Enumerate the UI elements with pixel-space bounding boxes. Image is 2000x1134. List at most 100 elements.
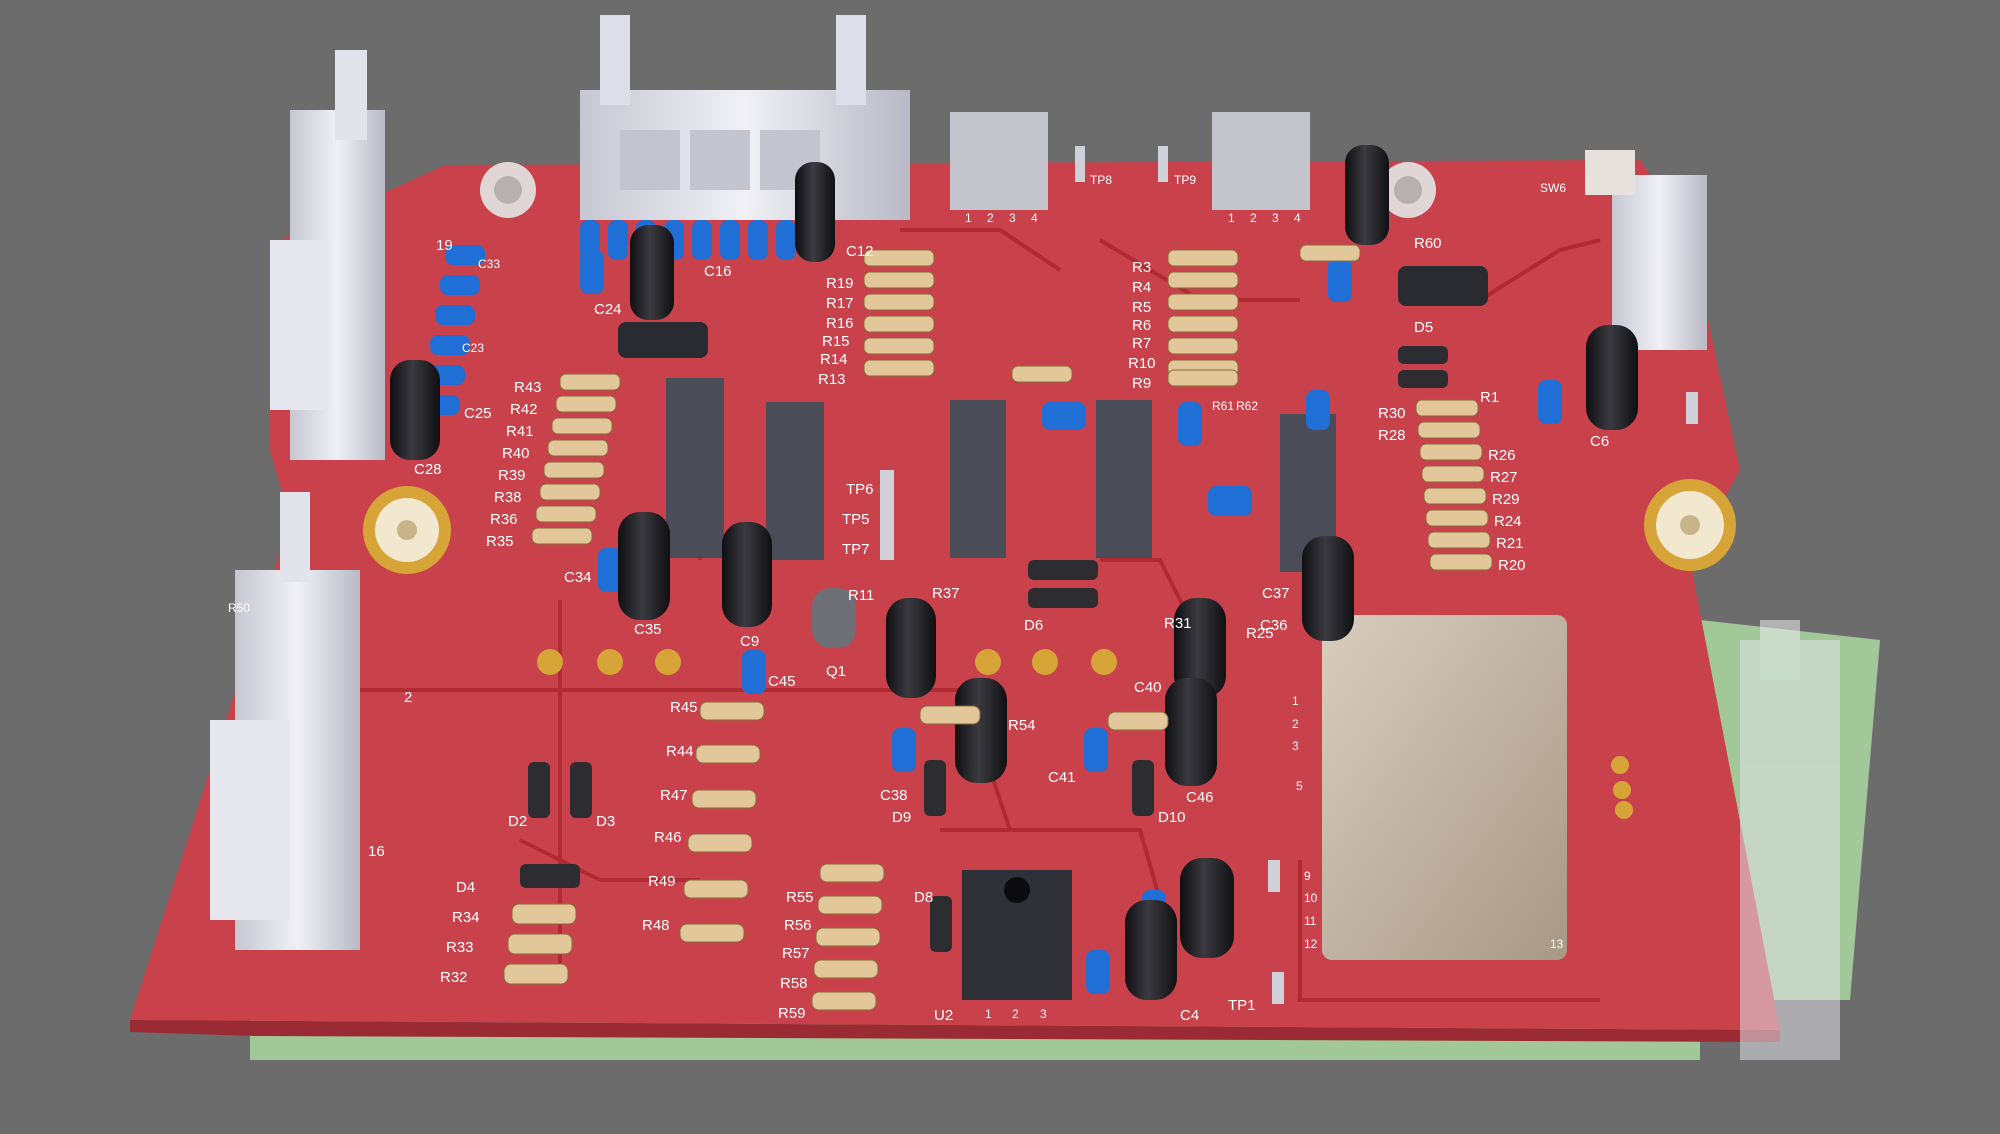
silkscreen-label: R29 xyxy=(1492,491,1520,508)
silkscreen-label: D6 xyxy=(1024,617,1043,634)
silkscreen-label: C46 xyxy=(1186,789,1214,806)
header-4pin-b: 1 2 3 4 xyxy=(1212,112,1310,225)
silkscreen-label: C35 xyxy=(634,621,662,638)
silkscreen-label: R41 xyxy=(506,423,534,440)
silkscreen-label: R46 xyxy=(654,829,682,846)
silkscreen-label: R1 xyxy=(1480,389,1499,406)
header-4pin-a: 1 2 3 4 xyxy=(950,112,1048,225)
silkscreen-label: R45 xyxy=(670,699,698,716)
silkscreen-label: R39 xyxy=(498,467,526,484)
pcb-3d-viewport[interactable]: 1 2 3 4 1 2 3 4 SW6 1 2 3 5 9 10 11 12 1… xyxy=(0,0,2000,1134)
silkscreen-label: C24 xyxy=(594,301,622,318)
silkscreen-label: R20 xyxy=(1498,557,1526,574)
silkscreen-label: R32 xyxy=(440,969,468,986)
silkscreen-label: R28 xyxy=(1378,427,1406,444)
silkscreen-label: C12 xyxy=(846,243,874,260)
silkscreen-label: R31 xyxy=(1164,615,1192,632)
silkscreen-label: 1 xyxy=(1228,211,1235,225)
silkscreen-label: C38 xyxy=(880,787,908,804)
mounting-hole-right xyxy=(1644,479,1736,571)
silkscreen-label: 3 xyxy=(1040,1007,1047,1021)
silkscreen-label: 3 xyxy=(1009,211,1016,225)
silkscreen-label: C9 xyxy=(740,633,759,650)
silkscreen-label: R5 xyxy=(1132,299,1151,316)
silkscreen-label: C28 xyxy=(414,461,442,478)
silkscreen-label: 4 xyxy=(1031,211,1038,225)
silkscreen-label: R21 xyxy=(1496,535,1524,552)
silkscreen-label: TP8 xyxy=(1090,173,1112,187)
silkscreen-label: R10 xyxy=(1128,355,1156,372)
mounting-hole-left xyxy=(363,486,451,574)
silkscreen-label: R36 xyxy=(490,511,518,528)
silkscreen-label: 12 xyxy=(1304,937,1318,951)
silkscreen-label: R35 xyxy=(486,533,514,550)
silkscreen-label: R24 xyxy=(1494,513,1522,530)
silkscreen-label: R55 xyxy=(786,889,814,906)
silkscreen-label: C41 xyxy=(1048,769,1076,786)
silkscreen-label: R16 xyxy=(826,315,854,332)
silkscreen-label: R44 xyxy=(666,743,694,760)
connector-right-faded xyxy=(1740,620,1840,1060)
silkscreen-label: R19 xyxy=(826,275,854,292)
silkscreen-label: D5 xyxy=(1414,319,1433,336)
silkscreen-label: C6 xyxy=(1590,433,1609,450)
silkscreen-label: 9 xyxy=(1304,869,1311,883)
silkscreen-label: D10 xyxy=(1158,809,1186,826)
silkscreen-label: R15 xyxy=(822,333,850,350)
silkscreen-label: R6 xyxy=(1132,317,1151,334)
silkscreen-label: 2 xyxy=(1250,211,1257,225)
silkscreen-label: 13 xyxy=(1550,937,1564,951)
silkscreen-label: 2 xyxy=(404,689,412,706)
silkscreen-label: Q1 xyxy=(826,663,846,680)
silkscreen-label: R58 xyxy=(780,975,808,992)
silkscreen-label: 16 xyxy=(368,843,385,860)
silkscreen-label: R47 xyxy=(660,787,688,804)
pcb-render: 1 2 3 4 1 2 3 4 SW6 1 2 3 5 9 10 11 12 1… xyxy=(130,15,1880,1060)
silkscreen-label: R50 xyxy=(228,601,250,615)
silkscreen-label: C37 xyxy=(1262,585,1290,602)
silkscreen-label: R61 xyxy=(1212,399,1234,413)
silkscreen-label: R33 xyxy=(446,939,474,956)
silkscreen-label: TP7 xyxy=(842,541,870,558)
silkscreen-label: C16 xyxy=(704,263,732,280)
silkscreen-label: 1 xyxy=(965,211,972,225)
silkscreen-label: C25 xyxy=(464,405,492,422)
silkscreen-label: R7 xyxy=(1132,335,1151,352)
silkscreen-label: R43 xyxy=(514,379,542,396)
silkscreen-label: R30 xyxy=(1378,405,1406,422)
silkscreen-label: 2 xyxy=(987,211,994,225)
silkscreen-label: R14 xyxy=(820,351,848,368)
silkscreen-label: D4 xyxy=(456,879,475,896)
silkscreen-label: R27 xyxy=(1490,469,1518,486)
silkscreen-label: TP9 xyxy=(1174,173,1196,187)
silkscreen-label: R54 xyxy=(1008,717,1036,734)
silkscreen-label: 1 xyxy=(985,1007,992,1021)
silkscreen-label: C40 xyxy=(1134,679,1162,696)
silkscreen-label: C33 xyxy=(478,257,500,271)
silkscreen-label: R42 xyxy=(510,401,538,418)
silkscreen-label: R38 xyxy=(494,489,522,506)
silkscreen-label: R26 xyxy=(1488,447,1516,464)
silkscreen-label: 5 xyxy=(1296,779,1303,793)
silkscreen-label: R48 xyxy=(642,917,670,934)
silkscreen-label: R3 xyxy=(1132,259,1151,276)
silkscreen-label: SW6 xyxy=(1540,181,1566,195)
silkscreen-label: C36 xyxy=(1260,617,1288,634)
silkscreen-label: R59 xyxy=(778,1005,806,1022)
silkscreen-label: 4 xyxy=(1294,211,1301,225)
silkscreen-label: TP5 xyxy=(842,511,870,528)
silkscreen-label: 19 xyxy=(436,237,453,254)
silkscreen-label: R37 xyxy=(932,585,960,602)
connector-left-top xyxy=(270,50,385,460)
silkscreen-label: C23 xyxy=(462,341,484,355)
silkscreen-label: 3 xyxy=(1272,211,1279,225)
silkscreen-label: R49 xyxy=(648,873,676,890)
silkscreen-label: C4 xyxy=(1180,1007,1199,1024)
silkscreen-label: R11 xyxy=(848,587,874,604)
silkscreen-label: 2 xyxy=(1012,1007,1019,1021)
silkscreen-label: R62 xyxy=(1236,399,1258,413)
silkscreen-label: 1 xyxy=(1292,694,1299,708)
silkscreen-label: 10 xyxy=(1304,891,1318,905)
silkscreen-label: TP6 xyxy=(846,481,874,498)
silkscreen-label: 2 xyxy=(1292,717,1299,731)
